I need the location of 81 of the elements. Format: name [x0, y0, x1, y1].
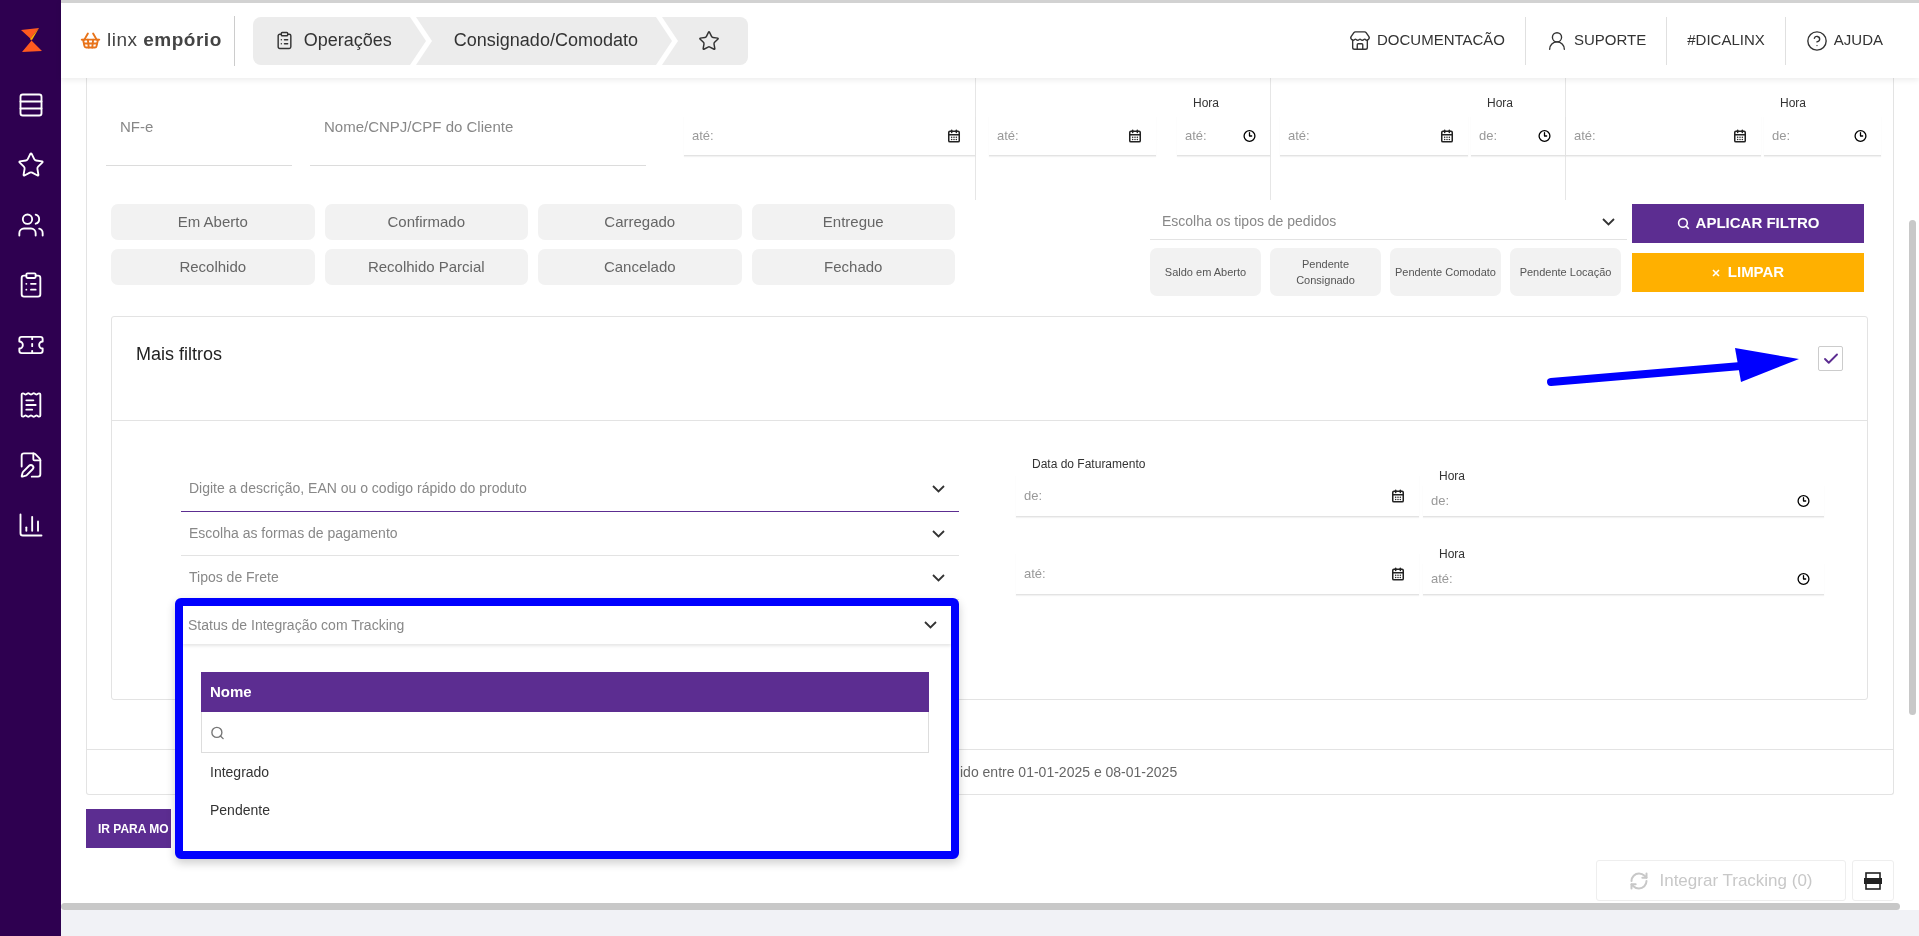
chevron-down-icon — [932, 529, 945, 538]
order-type-select[interactable]: Escolha os tipos de pedidos — [1150, 204, 1627, 240]
star-icon[interactable] — [16, 151, 45, 179]
calendar-icon — [1391, 489, 1405, 503]
users-icon[interactable] — [16, 211, 45, 239]
status-filter-button[interactable]: Fechado — [751, 249, 955, 285]
date-field[interactable]: até: — [989, 116, 1156, 156]
field-label: Hora — [1486, 95, 1513, 112]
chevron-down-icon — [924, 621, 937, 629]
status-filter-button[interactable]: Recolhido — [111, 249, 315, 285]
search-icon — [210, 725, 225, 740]
status-filter-button[interactable]: Confirmado — [324, 204, 528, 240]
order-type-chip[interactable]: Saldo em Aberto — [1150, 248, 1261, 296]
help-icon — [1805, 29, 1828, 52]
date-field[interactable]: até: — [1016, 553, 1419, 595]
time-field[interactable]: de: — [1764, 116, 1881, 156]
calendar-icon — [1391, 567, 1405, 581]
field-label: Hora — [1438, 468, 1465, 485]
section-title: Mais filtros — [136, 343, 222, 366]
header-link[interactable]: DOCUMENTACÃO — [1348, 29, 1506, 52]
column-header: Nome — [201, 672, 929, 712]
field-label: Hora — [1779, 95, 1806, 112]
status-filter-button[interactable]: Em Aberto — [111, 204, 315, 240]
brand-name: linx empório — [107, 28, 222, 53]
vertical-scrollbar[interactable] — [1909, 220, 1916, 715]
header-link[interactable]: SUPORTE — [1546, 29, 1647, 52]
time-field[interactable]: de: — [1423, 485, 1824, 517]
dropdown-search-field[interactable] — [201, 712, 929, 753]
calendar-icon — [1440, 129, 1454, 143]
order-type-chip[interactable]: Pendente Consignado — [1270, 248, 1381, 296]
header-link[interactable]: AJUDA — [1805, 29, 1883, 52]
goto-button[interactable]: IR PARA MO — [86, 809, 171, 848]
status-filter-button[interactable]: Entregue — [751, 204, 955, 240]
chevron-down-icon — [932, 484, 945, 493]
order-type-chip[interactable]: Pendente Comodato — [1390, 248, 1501, 296]
clock-icon — [1538, 129, 1551, 143]
close-icon — [1711, 268, 1720, 277]
tracking-status-select[interactable]: Status de Integração com Tracking — [183, 606, 951, 644]
header-link[interactable]: #DICALINX — [1687, 29, 1765, 52]
field-label: Hora — [1192, 95, 1219, 112]
calendar-icon — [1128, 129, 1142, 143]
clock-icon — [1243, 129, 1256, 143]
more-filters-checkbox[interactable] — [1818, 346, 1843, 371]
store-icon — [1348, 29, 1371, 52]
apply-filter-button[interactable]: APLICAR FILTRO — [1632, 204, 1864, 243]
clock-icon — [1797, 494, 1810, 508]
calendar-icon — [947, 129, 961, 143]
chevron-down-icon — [1602, 217, 1615, 226]
date-field[interactable]: até: — [1566, 116, 1761, 156]
clock-icon — [1797, 572, 1810, 586]
dropdown-option[interactable]: Pendente — [201, 791, 929, 829]
calendar-icon — [1733, 129, 1747, 143]
order-type-chip[interactable]: Pendente Locação — [1510, 248, 1621, 296]
field-label: Hora — [1438, 546, 1465, 563]
client-field[interactable]: Nome/CNPJ/CPF do Cliente — [310, 88, 646, 166]
time-field[interactable]: até: — [1177, 116, 1270, 156]
breadcrumb-item[interactable]: Operações — [252, 27, 410, 54]
field-label: Data do Faturamento — [1031, 456, 1146, 473]
clipboard-icon — [274, 31, 294, 50]
favorite-star-icon[interactable] — [697, 29, 720, 52]
nfe-field[interactable]: NF-e — [106, 88, 292, 166]
export-spreadsheet-button[interactable] — [1852, 860, 1894, 901]
horizontal-scrollbar[interactable] — [61, 903, 1900, 910]
status-filter-button[interactable]: Recolhido Parcial — [324, 249, 528, 285]
status-filter-button[interactable]: Carregado — [538, 204, 742, 240]
filter-select[interactable]: Digite a descrição, EAN ou o codigo rápido do produto — [181, 466, 959, 512]
basket-logo-icon — [80, 30, 101, 51]
chevron-down-icon — [932, 573, 945, 582]
time-field[interactable]: até: — [1423, 563, 1824, 595]
time-field[interactable]: de: — [1471, 116, 1565, 156]
status-filter-button[interactable]: Cancelado — [538, 249, 742, 285]
date-field[interactable]: até: — [1280, 116, 1468, 156]
breadcrumb-item[interactable]: Consignado/Comodato — [431, 27, 656, 54]
date-field[interactable]: até: — [684, 116, 975, 156]
period-summary-text: ido entre 01-01-2025 e 08-01-2025 — [960, 762, 1178, 782]
clock-icon — [1854, 129, 1867, 143]
date-field[interactable]: de: — [1016, 475, 1419, 517]
dropdown-option[interactable]: Integrado — [201, 753, 929, 791]
refresh-icon — [1629, 870, 1650, 891]
search-icon — [1676, 217, 1690, 230]
filter-select[interactable]: Escolha as formas de pagamento — [181, 512, 959, 556]
